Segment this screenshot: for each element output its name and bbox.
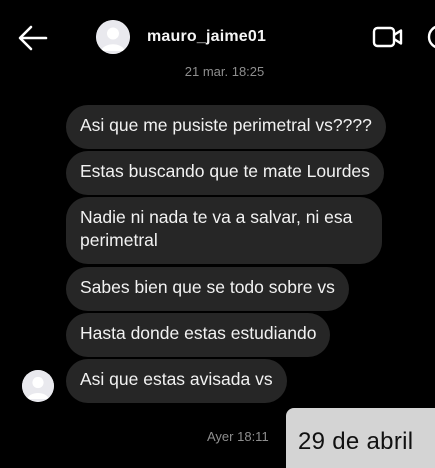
- message-bubble[interactable]: Hasta donde estas estudiando: [66, 313, 331, 357]
- default-avatar-icon: [22, 370, 54, 402]
- chat-header: mauro_jaime01: [0, 0, 435, 62]
- back-arrow-icon[interactable]: [16, 24, 50, 52]
- default-avatar-icon: [96, 20, 130, 54]
- info-icon[interactable]: [425, 22, 435, 52]
- header-avatar[interactable]: [96, 20, 130, 54]
- message-bubble[interactable]: Sabes bien que se todo sobre vs: [66, 267, 349, 311]
- message-bubble[interactable]: Asi que estas avisada vs: [66, 359, 287, 403]
- video-call-icon[interactable]: [372, 25, 404, 49]
- sender-avatar[interactable]: [22, 370, 54, 402]
- shared-card-text: 29 de abril: [298, 428, 414, 455]
- conversation-timestamp: 21 mar. 18:25: [184, 64, 265, 79]
- message-bubble[interactable]: Nadie ni nada te va a salvar, ni esa per…: [66, 197, 382, 264]
- username-label[interactable]: mauro_jaime01: [147, 28, 266, 46]
- message-timestamp: Ayer 18:11: [207, 429, 269, 444]
- message-bubble[interactable]: Estas buscando que te mate Lourdes: [66, 151, 384, 195]
- message-bubble[interactable]: Asi que me pusiste perimetral vs????: [66, 105, 386, 149]
